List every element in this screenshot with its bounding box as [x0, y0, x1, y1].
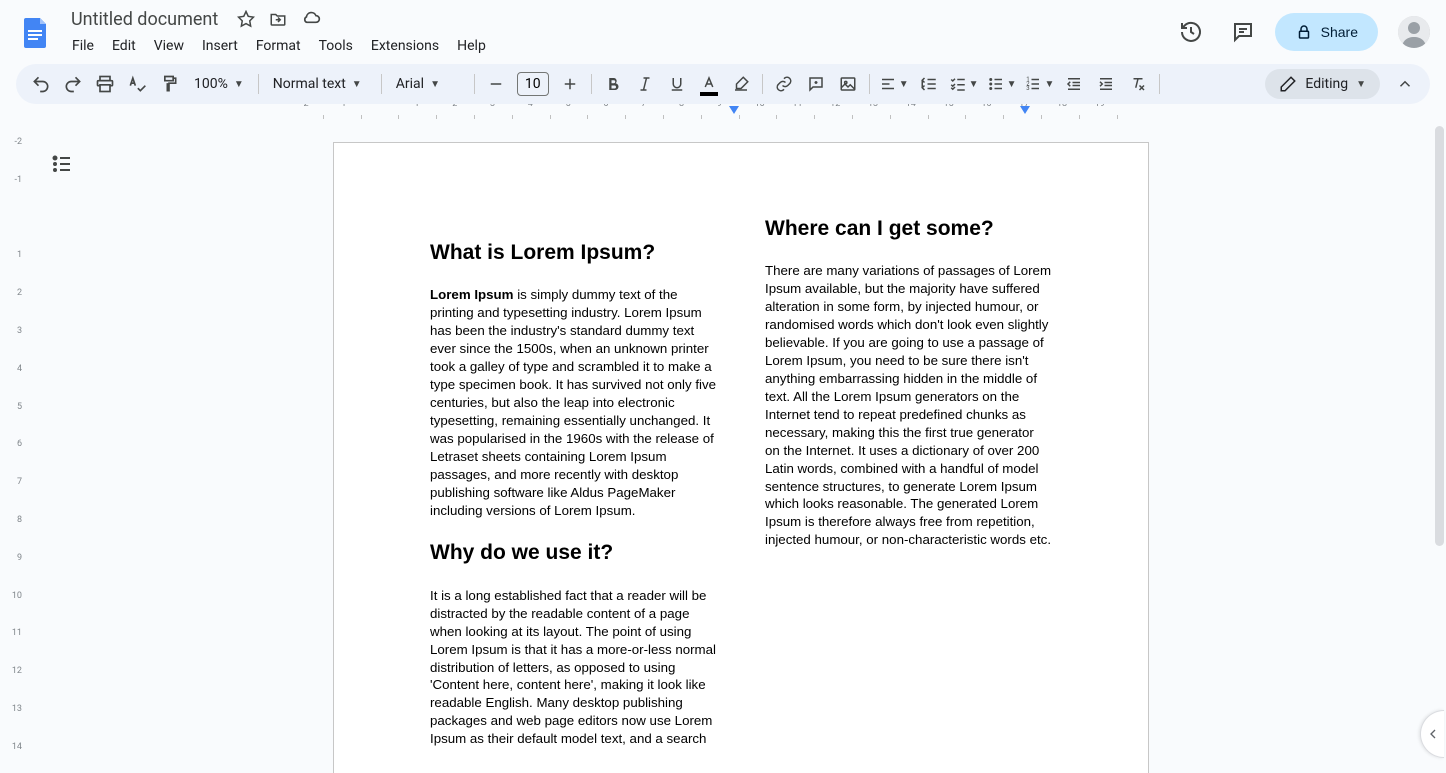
bold-button[interactable]: [598, 69, 628, 99]
separator: [591, 74, 592, 94]
title-area: Untitled document File Edit View Insert …: [64, 7, 1171, 58]
font-select[interactable]: Arial▼: [388, 69, 468, 99]
text-color-swatch: [700, 92, 718, 96]
text-color-button[interactable]: [694, 69, 724, 99]
toolbar: 100%▼ Normal text▼ Arial▼ 10 ▼ ▼ ▼ 123▼ …: [16, 64, 1430, 104]
star-icon[interactable]: [237, 10, 255, 28]
line-spacing-button[interactable]: [914, 69, 944, 99]
increase-indent-button[interactable]: [1091, 69, 1121, 99]
insert-link-button[interactable]: [769, 69, 799, 99]
pencil-icon: [1279, 75, 1297, 93]
heading[interactable]: Where can I get some?: [765, 215, 1052, 242]
style-select[interactable]: Normal text▼: [265, 69, 375, 99]
content-area: -2-112345678910111213141516 What is Lore…: [0, 124, 1446, 773]
chevron-down-icon: ▼: [969, 79, 979, 90]
paragraph[interactable]: It is a long established fact that a rea…: [430, 587, 717, 748]
chevron-down-icon: ▼: [1044, 79, 1054, 90]
toolbar-wrap: 100%▼ Normal text▼ Arial▼ 10 ▼ ▼ ▼ 123▼ …: [0, 64, 1446, 104]
highlight-button[interactable]: [726, 69, 756, 99]
menu-file[interactable]: File: [64, 34, 102, 58]
collapse-toolbar-button[interactable]: [1390, 69, 1420, 99]
paragraph[interactable]: There are many variations of passages of…: [765, 262, 1052, 549]
checklist-button[interactable]: ▼: [946, 69, 982, 99]
menu-bar: File Edit View Insert Format Tools Exten…: [64, 34, 1171, 58]
underline-button[interactable]: [662, 69, 692, 99]
menu-format[interactable]: Format: [248, 34, 309, 58]
scrollbar-track[interactable]: [1435, 126, 1444, 769]
font-size-input[interactable]: 10: [517, 72, 549, 96]
decrease-font-size-button[interactable]: [481, 69, 511, 99]
docs-logo[interactable]: [16, 12, 56, 52]
clear-formatting-button[interactable]: [1123, 69, 1153, 99]
user-avatar[interactable]: [1398, 16, 1430, 48]
chevron-down-icon: ▼: [234, 79, 244, 90]
chevron-down-icon: ▼: [899, 79, 909, 90]
chevron-down-icon: ▼: [352, 79, 362, 90]
scrollbar-thumb[interactable]: [1435, 126, 1444, 546]
heading[interactable]: What is Lorem Ipsum?: [430, 239, 717, 266]
share-label: Share: [1321, 24, 1358, 40]
menu-view[interactable]: View: [146, 34, 192, 58]
editing-mode-button[interactable]: Editing ▼: [1265, 69, 1380, 99]
zoom-select[interactable]: 100%▼: [186, 69, 252, 99]
history-icon[interactable]: [1171, 12, 1211, 52]
chevron-down-icon: ▼: [1007, 79, 1017, 90]
separator: [474, 74, 475, 94]
insert-image-button[interactable]: [833, 69, 863, 99]
chevron-down-icon: ▼: [1356, 79, 1366, 90]
heading[interactable]: Why do we use it?: [430, 539, 717, 566]
app-header: Untitled document File Edit View Insert …: [0, 0, 1446, 64]
separator: [1159, 74, 1160, 94]
menu-tools[interactable]: Tools: [311, 34, 361, 58]
paint-format-button[interactable]: [154, 69, 184, 99]
separator: [381, 74, 382, 94]
menu-help[interactable]: Help: [449, 34, 494, 58]
move-icon[interactable]: [269, 10, 287, 28]
separator: [762, 74, 763, 94]
italic-button[interactable]: [630, 69, 660, 99]
lock-icon: [1295, 23, 1313, 41]
menu-insert[interactable]: Insert: [194, 34, 246, 58]
print-button[interactable]: [90, 69, 120, 99]
column-2: Where can I get some? There are many var…: [765, 215, 1052, 768]
vertical-ruler[interactable]: -2-112345678910111213141516: [0, 124, 36, 773]
add-comment-button[interactable]: [801, 69, 831, 99]
paragraph[interactable]: Lorem Ipsum is simply dummy text of the …: [430, 286, 717, 519]
align-button[interactable]: ▼: [876, 69, 912, 99]
cloud-status-icon[interactable]: [301, 9, 321, 29]
redo-button[interactable]: [58, 69, 88, 99]
decrease-indent-button[interactable]: [1059, 69, 1089, 99]
menu-edit[interactable]: Edit: [104, 34, 144, 58]
document-scroll[interactable]: What is Lorem Ipsum? Lorem Ipsum is simp…: [36, 124, 1446, 773]
menu-extensions[interactable]: Extensions: [363, 34, 447, 58]
increase-font-size-button[interactable]: [555, 69, 585, 99]
indent-marker[interactable]: [1020, 106, 1030, 114]
outline-toggle-button[interactable]: [44, 146, 80, 182]
chevron-down-icon: ▼: [430, 79, 440, 90]
comments-icon[interactable]: [1223, 12, 1263, 52]
share-button[interactable]: Share: [1275, 13, 1378, 51]
undo-button[interactable]: [26, 69, 56, 99]
svg-text:3: 3: [1027, 85, 1030, 92]
horizontal-ruler[interactable]: -2-112345678910111213141516171819: [0, 104, 1446, 120]
column-1: What is Lorem Ipsum? Lorem Ipsum is simp…: [430, 239, 717, 768]
bulleted-list-button[interactable]: ▼: [984, 69, 1020, 99]
indent-marker[interactable]: [729, 106, 739, 114]
separator: [258, 74, 259, 94]
document-title[interactable]: Untitled document: [64, 7, 225, 32]
separator: [869, 74, 870, 94]
page[interactable]: What is Lorem Ipsum? Lorem Ipsum is simp…: [333, 142, 1149, 773]
spellcheck-button[interactable]: [122, 69, 152, 99]
numbered-list-button[interactable]: 123▼: [1021, 69, 1057, 99]
